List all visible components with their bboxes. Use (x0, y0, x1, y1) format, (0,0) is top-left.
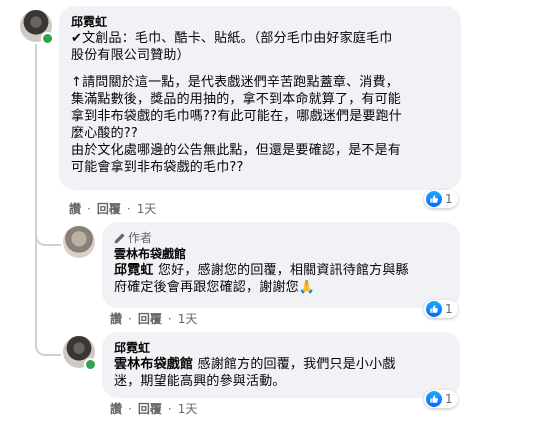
comment-actions-2: 讚 · 回覆 · 1天 (110, 312, 198, 326)
reply-button[interactable]: 回覆 (97, 202, 121, 216)
like-button[interactable]: 讚 (110, 402, 122, 416)
author-badge: 作者 (114, 230, 448, 246)
reply-button[interactable]: 回覆 (138, 402, 162, 416)
comment-line: 由於文化處哪邊的公告無此點，但還是要確認，是不是有 (71, 143, 402, 158)
reaction-count-badge[interactable]: 1 (424, 190, 458, 208)
comment-bubble-1: 邱霓虹 ✔文創品：毛巾、酷卡、貼紙。（部分毛巾由好家庭毛巾 股份有限公司贊助） … (59, 6, 461, 190)
comment-author[interactable]: 邱霓虹 (71, 14, 449, 30)
timestamp[interactable]: 1天 (178, 312, 198, 326)
comment-line: 邱霓虹 您好，感謝您的回覆，相關資訊待館方與縣 (114, 263, 409, 278)
pencil-icon (114, 233, 125, 243)
reaction-count: 1 (445, 192, 453, 206)
reaction-count: 1 (445, 392, 453, 406)
comment-line: 股份有限公司贊助） (71, 48, 190, 63)
avatar[interactable] (63, 226, 95, 258)
like-reaction-icon (426, 301, 442, 317)
comment-line: 拿到非布袋戲的毛巾嗎??有此可能在，哪戲迷們是要跑什 (71, 109, 403, 124)
praying-hands-emoji: 🙏 (298, 280, 316, 295)
reaction-count-badge[interactable]: 1 (424, 300, 458, 318)
comment-author[interactable]: 雲林布袋戲館 (114, 246, 448, 262)
comment-line: 雲林布袋戲館 感謝館方的回覆，我們只是小小戲 (114, 357, 396, 372)
mention-link[interactable]: 邱霓虹 (114, 263, 154, 278)
comment-author[interactable]: 邱霓虹 (114, 340, 448, 356)
timestamp[interactable]: 1天 (178, 402, 198, 416)
comment-text: 雲林布袋戲館 感謝館方的回覆，我們只是小小戲 迷，期望能高興的參與活動。 (114, 356, 448, 390)
comment-actions-3: 讚 · 回覆 · 1天 (110, 402, 198, 416)
like-reaction-icon (426, 191, 442, 207)
comment-line: 麼心酸的?? (71, 126, 138, 141)
thread-connector-reply-2 (35, 244, 61, 356)
comment-text: ✔文創品：毛巾、酷卡、貼紙。（部分毛巾由好家庭毛巾 股份有限公司贊助） ↑請問關… (71, 30, 449, 176)
reaction-count-badge[interactable]: 1 (424, 390, 458, 408)
comment-line: ↑請問關於這一點，是代表戲迷們辛苦跑點蓋章、消費， (71, 75, 399, 90)
comment-text: 邱霓虹 您好，感謝您的回覆，相關資訊待館方與縣 府確定後會再跟您確認，謝謝您🙏 (114, 262, 448, 296)
comment-bubble-3: 邱霓虹 雲林布袋戲館 感謝館方的回覆，我們只是小小戲 迷，期望能高興的參與活動。 (102, 332, 460, 398)
comment-actions-1: 讚 · 回覆 · 1天 (69, 202, 157, 216)
comment-line: 可能會拿到非布袋戲的毛巾?? (71, 160, 244, 175)
like-button[interactable]: 讚 (110, 312, 122, 326)
comment-bubble-2: 作者 雲林布袋戲館 邱霓虹 您好，感謝您的回覆，相關資訊待館方與縣 府確定後會再… (102, 222, 460, 308)
thread-line-main (35, 44, 37, 244)
online-status-indicator (84, 358, 97, 371)
reaction-count: 1 (445, 302, 453, 316)
like-button[interactable]: 讚 (69, 202, 81, 216)
comment-line: 迷，期望能高興的參與活動。 (114, 374, 286, 389)
author-tag-label: 作者 (128, 231, 153, 245)
like-reaction-icon (426, 391, 442, 407)
online-status-indicator (41, 32, 54, 45)
comment-line: 集滿點數後，獎品的用抽的，拿不到本命就算了，有可能 (71, 92, 402, 107)
comment-line: 府確定後會再跟您確認，謝謝您🙏 (114, 280, 316, 295)
timestamp[interactable]: 1天 (137, 202, 157, 216)
mention-link[interactable]: 雲林布袋戲館 (114, 357, 193, 372)
reply-button[interactable]: 回覆 (138, 312, 162, 326)
comment-line: ✔文創品：毛巾、酷卡、貼紙。（部分毛巾由好家庭毛巾 (71, 31, 393, 46)
